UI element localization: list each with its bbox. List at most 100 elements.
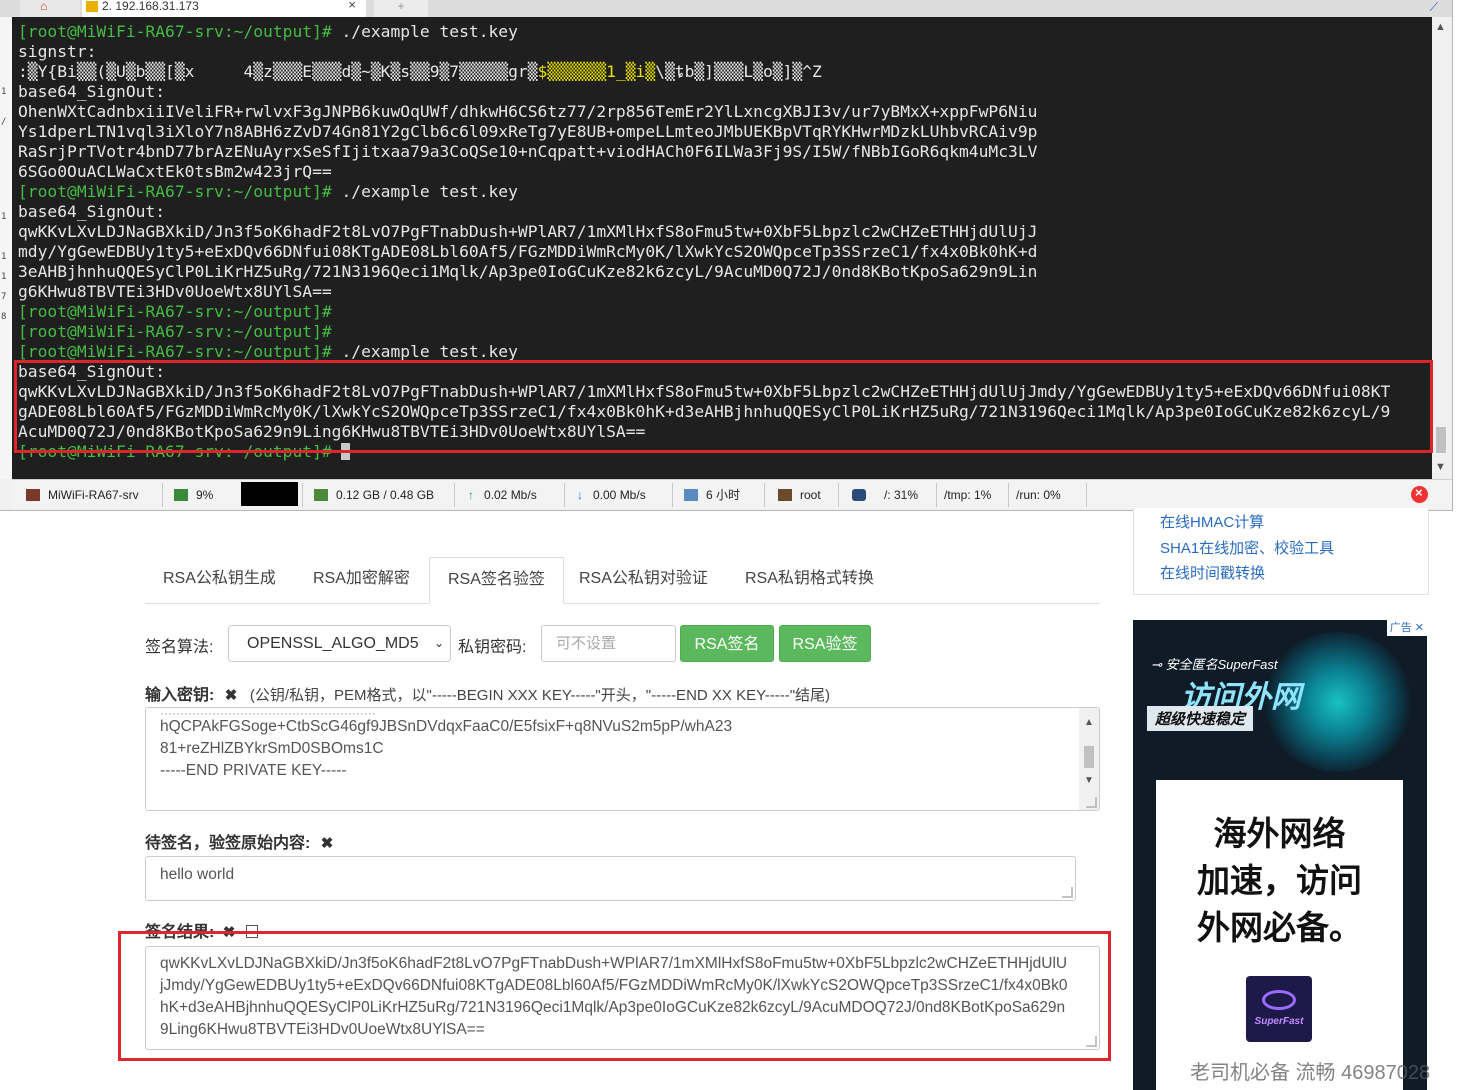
pin-icon[interactable]: ⟋ <box>1430 0 1438 15</box>
cpu-value: 9% <box>196 488 214 502</box>
home-icon: ⌂ <box>40 0 48 13</box>
algo-label: 签名算法: <box>145 639 214 656</box>
key-hint: (公钥/私钥，PEM格式，以"-----BEGIN XXX KEY-----"开… <box>249 687 831 704</box>
key-textarea-scrollbar[interactable]: ▲ ▼ <box>1079 708 1099 810</box>
content-textarea[interactable]: hello world <box>145 856 1076 901</box>
scroll-down-icon[interactable]: ▼ <box>1084 770 1094 792</box>
user-value: root <box>800 488 821 502</box>
status-bar: MiWiFi-RA67-srv 9% 0.12 GB / 0.48 GB ↑ 0.… <box>12 479 1452 510</box>
status-upload: ↑ 0.02 Mb/s <box>468 480 537 510</box>
side-strip-glyph: 8 <box>1 312 7 322</box>
scroll-up-icon[interactable]: ▲ <box>1435 21 1446 33</box>
clear-key-icon[interactable]: ✖ <box>225 687 238 704</box>
tab-rsa-format[interactable]: RSA私钥格式转换 <box>727 557 892 603</box>
content-value: hello world <box>160 866 235 883</box>
uptime-value: 6 小时 <box>706 488 741 502</box>
key-label: 输入密钥: <box>145 687 215 704</box>
new-tab-label: + <box>397 0 405 13</box>
shell-prompt: [root@MiWiFi-RA67-srv:~/output]# <box>18 342 332 361</box>
status-memory: 0.12 GB / 0.48 GB <box>314 480 434 510</box>
tool-tabs: RSA公私钥生成 RSA加密解密 RSA签名验签 RSA公私钥对验证 RSA私钥… <box>145 557 1100 604</box>
terminal-scrollbar[interactable]: ▲ ▼ <box>1432 17 1450 479</box>
terminal-text: qwKKvLXvLDJNaGBXkiD/Jn3f5oK6hadF2t8LvO7P… <box>18 222 1038 241</box>
key-line-2: 81+reZHlZBYkrSmD0SBOms1C <box>160 740 384 757</box>
status-download: ↓ 0.00 Mb/s <box>577 480 646 510</box>
scrollbar-thumb[interactable] <box>1436 427 1446 453</box>
terminal-session-icon <box>86 1 98 12</box>
status-disk-tmp: /tmp: 1% <box>944 488 992 502</box>
close-tab-icon[interactable]: × <box>348 0 356 11</box>
terminal-line: 6SGo0OuACLWaCxtEk0tsBm2w423jrQ== <box>18 162 1390 182</box>
cpu-icon <box>174 489 188 501</box>
disk-icon <box>852 489 866 501</box>
tab-rsa-pair-verify[interactable]: RSA公私钥对验证 <box>561 557 726 603</box>
link-timestamp[interactable]: 在线时间戳转换 <box>1160 562 1265 583</box>
rsa-verify-button[interactable]: RSA验签 <box>779 625 871 662</box>
tab-rsa-encrypt[interactable]: RSA加密解密 <box>295 557 428 603</box>
resize-grip-icon[interactable] <box>1062 887 1073 898</box>
link-hmac[interactable]: 在线HMAC计算 <box>1160 511 1264 532</box>
terminal-text: ./example test.key <box>331 342 518 361</box>
host-label: MiWiFi-RA67-srv <box>48 488 139 502</box>
scroll-down-icon[interactable]: ▼ <box>1435 461 1446 473</box>
scroll-up-icon[interactable]: ▲ <box>1084 712 1094 734</box>
password-placeholder: 可不设置 <box>556 635 617 652</box>
tab-rsa-sign[interactable]: RSA签名验签 <box>429 557 564 604</box>
ad-subline: 超级快速稳定 <box>1147 706 1254 731</box>
status-uptime: 6 小时 <box>684 480 740 510</box>
disk-root-value: /: 31% <box>884 488 919 502</box>
side-strip-glyph: 1 <box>1 212 7 222</box>
side-strip: 1 / 1 1 1 7 8 <box>0 17 12 479</box>
algo-select[interactable]: OPENSSL_ALGO_MD5 ⌄ <box>228 625 451 662</box>
logo-name: SuperFast <box>1254 1016 1304 1027</box>
terminal-line: 3eAHBjhnhuQQESyClP0LiKrHZ5uRg/721N3196Qe… <box>18 262 1390 282</box>
status-host: MiWiFi-RA67-srv <box>26 480 139 510</box>
rsa-sign-button[interactable]: RSA签名 <box>680 625 774 662</box>
terminal-tab-bar: ⌂ 2. 192.168.31.173 × + ⟋ <box>0 0 1452 17</box>
status-cpu: 9% <box>174 480 213 510</box>
session-tab[interactable]: 2. 192.168.31.173 × <box>82 0 366 17</box>
ad-banner[interactable]: 广告 ✕ ⊸ 安全匿名SuperFast 访问外网 超级快速稳定 海外网络 加速… <box>1133 620 1427 1090</box>
terminal-line: OhenWXtCadnbxiiIVeliFR+rwlvxF3gJNPB6kuwO… <box>18 102 1390 122</box>
home-tab[interactable]: ⌂ <box>20 0 80 17</box>
side-strip-glyph: 1 <box>1 272 7 282</box>
terminal-line: base64_SignOut: <box>18 82 1390 102</box>
key-label-row: 输入密钥: ✖ (公钥/私钥，PEM格式，以"-----BEGIN XXX KE… <box>145 681 830 705</box>
side-strip-glyph: 7 <box>1 292 7 302</box>
terminal-line: Ys1dperLTN1vql3iXloY7n8ABH6zZvD74Gn81Y2g… <box>18 122 1390 142</box>
algo-value: OPENSSL_ALGO_MD5 <box>247 635 419 652</box>
side-strip-glyph: 1 <box>1 87 7 97</box>
password-label: 私钥密码: <box>458 639 527 656</box>
terminal-text: :▒Y{Bi▒▒(▒U▒b▒▒[▒x 4▒z▒▒▒E▒▒▒d▒~▒K▒s▒▒9▒… <box>18 62 538 81</box>
side-strip-glyph: 1 <box>1 252 7 262</box>
clear-content-icon[interactable]: ✖ <box>321 835 334 852</box>
ad-card: 海外网络 加速，访问 外网必备。 SuperFast <box>1156 780 1403 1090</box>
terminal-text: 6SGo0OuACLWaCxtEk0tsBm2w423jrQ== <box>18 162 332 181</box>
content-label-row: 待签名，验签原始内容: ✖ <box>145 829 333 853</box>
session-tab-title: 2. 192.168.31.173 <box>102 0 199 13</box>
status-close-icon[interactable]: × <box>1411 485 1428 503</box>
scrollbar-thumb[interactable] <box>1084 746 1094 768</box>
tab-rsa-keygen[interactable]: RSA公私钥生成 <box>145 557 294 603</box>
memory-icon <box>314 489 328 501</box>
ad-card-text: 海外网络 加速，访问 外网必备。 <box>1197 815 1362 946</box>
resize-grip-icon[interactable] <box>1086 797 1097 808</box>
side-strip-glyph: / <box>1 117 7 127</box>
terminal-line: :▒Y{Bi▒▒(▒U▒b▒▒[▒x 4▒z▒▒▒E▒▒▒d▒~▒K▒s▒▒9▒… <box>18 62 1390 82</box>
download-arrow-icon: ↓ <box>577 488 583 502</box>
new-tab-button[interactable]: + <box>374 0 428 17</box>
terminal-line: qwKKvLXvLDJNaGBXkiD/Jn3f5oK6hadF2t8LvO7P… <box>18 222 1390 242</box>
link-sha1[interactable]: SHA1在线加密、校验工具 <box>1160 537 1334 558</box>
terminal-text: base64_SignOut: <box>18 202 166 221</box>
terminal-line: [root@MiWiFi-RA67-srv:~/output]# ./examp… <box>18 342 1390 362</box>
host-icon <box>26 489 40 501</box>
password-input[interactable]: 可不设置 <box>541 625 676 662</box>
terminal-text: mdy/YgGewEDBUy1ty5+eExDQv66DNfui08KTgADE… <box>18 242 1038 261</box>
terminal-text: RaSrjPrTVotr4bnD77brAzENuAyrxSeSfIjitxaa… <box>18 142 1038 161</box>
ad-badge[interactable]: 广告 ✕ <box>1386 620 1427 636</box>
terminal-line: [root@MiWiFi-RA67-srv:~/output]# ./examp… <box>18 22 1390 42</box>
terminal-highlight-box <box>14 360 1433 453</box>
terminal-line: g6KHwu8TBVTEi3HDv0UoeWtx8UYlSA== <box>18 282 1390 302</box>
key-textarea[interactable]: ········································… <box>145 707 1100 811</box>
memory-value: 0.12 GB / 0.48 GB <box>336 488 435 502</box>
